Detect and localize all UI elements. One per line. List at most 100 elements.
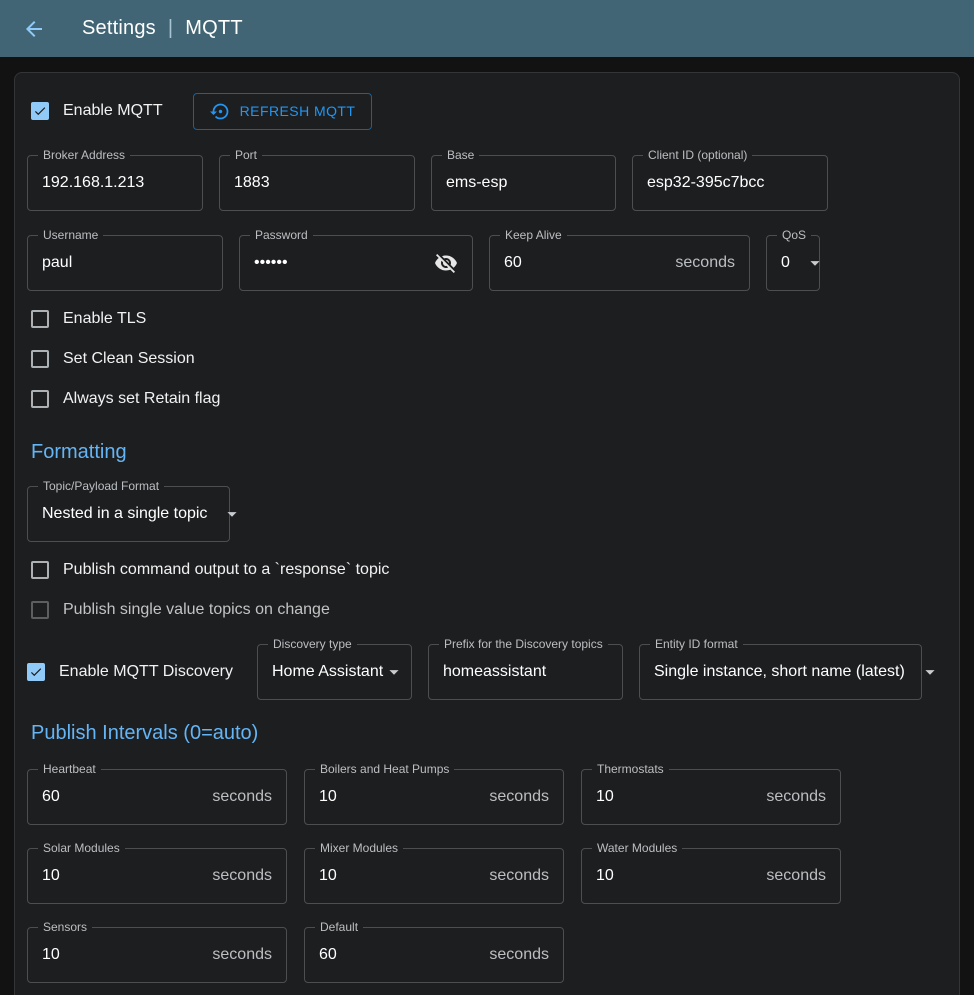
client-id-label: Client ID (optional) [643,148,752,162]
topic-format-row: Topic/Payload Format Nested in a single … [27,486,947,542]
solar-unit: seconds [212,867,272,885]
dropdown-arrow-icon [919,661,941,683]
enable-mqtt-row: Enable MQTT REFRESH MQTT [31,91,947,131]
password-field[interactable]: Password •••••• [239,235,473,291]
dropdown-arrow-icon [383,661,405,683]
base-field[interactable]: Base ems-esp [431,155,616,211]
water-interval-field[interactable]: Water Modules 10 seconds [581,848,841,904]
qos-label: QoS [777,228,811,242]
publish-single-value-checkbox[interactable]: Publish single value topics on change [31,590,947,630]
enable-discovery-checkbox[interactable]: Enable MQTT Discovery [27,663,241,681]
water-unit: seconds [766,867,826,885]
publish-intervals-heading: Publish Intervals (0=auto) [31,722,947,745]
discovery-prefix-field[interactable]: Prefix for the Discovery topics homeassi… [428,644,623,700]
heartbeat-unit: seconds [212,788,272,806]
entity-id-format-value: Single instance, short name (latest) [654,663,905,681]
header-page-label: MQTT [185,17,242,40]
discovery-row: Enable MQTT Discovery Discovery type Hom… [27,644,947,700]
broker-fields-row: Broker Address 192.168.1.213 Port 1883 B… [27,155,947,211]
broker-address-label: Broker Address [38,148,130,162]
publish-response-checkbox[interactable]: Publish command output to a `response` t… [31,550,947,590]
default-interval-field[interactable]: Default 60 seconds [304,927,564,983]
publish-intervals-grid: Heartbeat 60 seconds Boilers and Heat Pu… [27,769,947,983]
refresh-mqtt-button[interactable]: REFRESH MQTT [193,93,373,130]
qos-select[interactable]: QoS 0 [766,235,820,291]
header-divider: | [168,17,173,40]
discovery-type-value: Home Assistant [272,663,383,681]
water-label: Water Modules [592,841,682,855]
heartbeat-interval-field[interactable]: Heartbeat 60 seconds [27,769,287,825]
port-field[interactable]: Port 1883 [219,155,415,211]
checkbox-unchecked-icon [31,390,49,408]
dropdown-arrow-icon [221,503,243,525]
password-label: Password [250,228,313,242]
client-id-value: esp32-395c7bcc [647,174,764,192]
heartbeat-value: 60 [42,788,60,806]
default-label: Default [315,920,363,934]
credentials-fields-row: Username paul Password •••••• Keep Alive… [27,235,947,291]
default-unit: seconds [489,946,549,964]
formatting-heading: Formatting [31,441,947,464]
retain-flag-checkbox[interactable]: Always set Retain flag [31,379,947,419]
port-value: 1883 [234,174,270,192]
base-label: Base [442,148,479,162]
username-label: Username [38,228,103,242]
enable-tls-checkbox[interactable]: Enable TLS [31,299,947,339]
boilers-interval-field[interactable]: Boilers and Heat Pumps 10 seconds [304,769,564,825]
topic-payload-format-select[interactable]: Topic/Payload Format Nested in a single … [27,486,230,542]
mqtt-settings-card: Enable MQTT REFRESH MQTT Broker Address … [14,72,960,995]
keep-alive-field[interactable]: Keep Alive 60 seconds [489,235,750,291]
username-value: paul [42,254,72,272]
username-field[interactable]: Username paul [27,235,223,291]
default-value: 60 [319,946,337,964]
client-id-field[interactable]: Client ID (optional) esp32-395c7bcc [632,155,828,211]
keep-alive-label: Keep Alive [500,228,567,242]
entity-id-format-label: Entity ID format [650,637,743,651]
port-label: Port [230,148,262,162]
page-title: Settings | MQTT [82,17,243,40]
sensors-unit: seconds [212,946,272,964]
heartbeat-label: Heartbeat [38,762,101,776]
checkbox-checked-icon [31,102,49,120]
keep-alive-unit: seconds [675,254,735,272]
discovery-type-label: Discovery type [268,637,357,651]
sensors-interval-field[interactable]: Sensors 10 seconds [27,927,287,983]
enable-discovery-label: Enable MQTT Discovery [59,663,233,681]
checkbox-unchecked-icon [31,350,49,368]
mixer-value: 10 [319,867,337,885]
solar-value: 10 [42,867,60,885]
checkbox-checked-icon [27,663,45,681]
boilers-label: Boilers and Heat Pumps [315,762,454,776]
discovery-type-select[interactable]: Discovery type Home Assistant [257,644,412,700]
checkbox-unchecked-disabled-icon [31,601,49,619]
broker-address-field[interactable]: Broker Address 192.168.1.213 [27,155,203,211]
publish-single-value-label: Publish single value topics on change [63,601,330,619]
keep-alive-value: 60 [504,254,522,272]
header-settings-label: Settings [82,17,156,40]
solar-interval-field[interactable]: Solar Modules 10 seconds [27,848,287,904]
mixer-label: Mixer Modules [315,841,403,855]
enable-mqtt-label: Enable MQTT [63,102,163,120]
publish-checkbox-list: Publish command output to a `response` t… [27,550,947,630]
discovery-prefix-value: homeassistant [443,663,546,681]
dropdown-arrow-icon [804,252,826,274]
sensors-label: Sensors [38,920,92,934]
mixer-interval-field[interactable]: Mixer Modules 10 seconds [304,848,564,904]
entity-id-format-select[interactable]: Entity ID format Single instance, short … [639,644,922,700]
visibility-off-icon[interactable] [434,251,458,275]
checkbox-unchecked-icon [31,310,49,328]
back-arrow-icon[interactable] [22,17,46,41]
refresh-mqtt-label: REFRESH MQTT [240,103,356,119]
discovery-prefix-label: Prefix for the Discovery topics [439,637,608,651]
topic-payload-format-label: Topic/Payload Format [38,479,164,493]
enable-mqtt-checkbox[interactable]: Enable MQTT [31,102,163,120]
options-checkbox-list: Enable TLS Set Clean Session Always set … [27,299,947,419]
app-header: Settings | MQTT [0,0,974,57]
thermostats-value: 10 [596,788,614,806]
broker-address-value: 192.168.1.213 [42,174,144,192]
sensors-value: 10 [42,946,60,964]
clean-session-label: Set Clean Session [63,350,195,368]
thermostats-interval-field[interactable]: Thermostats 10 seconds [581,769,841,825]
clean-session-checkbox[interactable]: Set Clean Session [31,339,947,379]
base-value: ems-esp [446,174,507,192]
